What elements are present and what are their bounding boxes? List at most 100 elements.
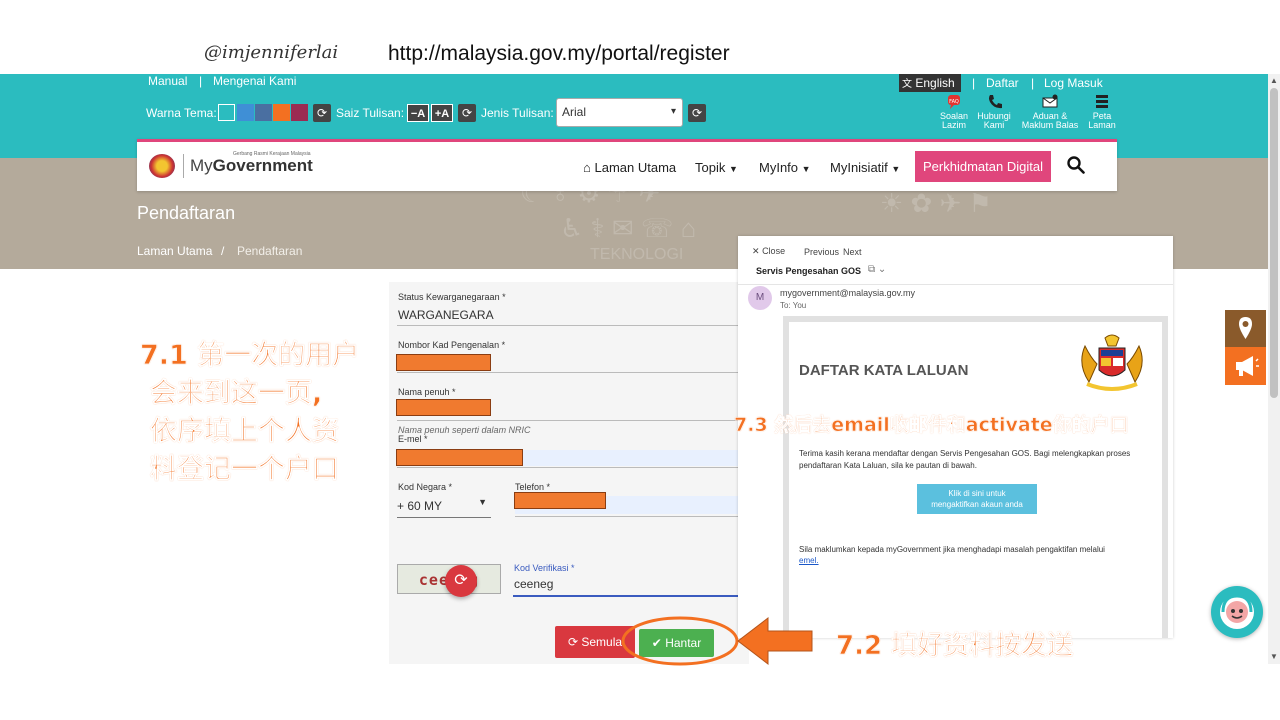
- email-label: E-mel *: [398, 434, 428, 444]
- email-close-button[interactable]: ✕ Close: [752, 246, 785, 257]
- phone-field-redacted: [514, 492, 606, 509]
- email-previous-button[interactable]: Previous: [804, 247, 839, 257]
- decorative-doodle-icon: ☀ ✿ ✈ ⚑: [880, 188, 992, 218]
- annotation-line: 会来到这一页,: [150, 378, 323, 410]
- nav-myinisiatif[interactable]: MyInisiatif ▼: [830, 160, 900, 175]
- annotation-step-7-3: 7.3 然后去email收邮件和activate你的户口: [734, 414, 1129, 437]
- chevron-down-icon: ▾: [670, 106, 676, 117]
- language-button[interactable]: 文 English: [899, 74, 961, 92]
- captcha-label: Kod Verifikasi *: [514, 563, 575, 573]
- activate-label-line2: mengaktifkan akaun anda: [931, 500, 1023, 509]
- captcha-input[interactable]: ceeneg: [514, 577, 553, 591]
- font-increase-button[interactable]: +A: [431, 104, 453, 122]
- country-code-label: Kod Negara *: [398, 482, 453, 492]
- login-link[interactable]: Log Masuk: [1044, 76, 1103, 90]
- scroll-down-icon[interactable]: ▼: [1270, 652, 1278, 661]
- mygovernment-logo[interactable]: MyGovernment: [190, 156, 313, 176]
- map-pin-icon: [1239, 317, 1252, 339]
- scroll-up-icon[interactable]: ▲: [1270, 76, 1278, 85]
- announcement-widget[interactable]: [1225, 347, 1266, 385]
- field-underline: [397, 325, 749, 326]
- email-card-title: DAFTAR KATA LALUAN: [799, 362, 969, 379]
- page-title: Pendaftaran: [137, 203, 236, 223]
- scrollbar[interactable]: ▲ ▼: [1268, 74, 1280, 664]
- caret-down-icon: ▼: [801, 164, 811, 174]
- manual-link[interactable]: Manual: [148, 74, 187, 88]
- banner-doodle-word: TEKNOLOGI: [590, 246, 684, 263]
- chatbot-widget[interactable]: [1211, 586, 1263, 638]
- decorative-doodle-icon: ♿ ⚕ ✉ ☏ ⌂: [560, 213, 697, 243]
- nav-home-label: Laman Utama: [594, 160, 677, 175]
- activate-account-button[interactable]: Klik di sini untuk mengaktifkan akaun an…: [917, 484, 1037, 514]
- register-link[interactable]: Daftar: [986, 76, 1019, 90]
- reset-font-size-icon[interactable]: ⟳: [458, 104, 476, 122]
- chatbot-icon: [1220, 594, 1254, 629]
- tag-icon[interactable]: ⧉ ⌄: [868, 264, 886, 275]
- megaphone-icon: [1236, 356, 1259, 376]
- phone-label: Telefon *: [515, 482, 551, 492]
- annotation-line: 7.1 第一次的用户: [140, 340, 360, 372]
- malaysia-crest-logo[interactable]: [149, 154, 175, 178]
- field-underline: [397, 467, 749, 468]
- caret-down-icon: ▼: [728, 164, 738, 174]
- nav-topics[interactable]: Topik ▼: [695, 160, 738, 175]
- reset-font-type-icon[interactable]: ⟳: [688, 104, 706, 122]
- country-code-select[interactable]: + 60 MY ▼: [397, 497, 491, 517]
- field-underline: [397, 372, 749, 373]
- malaysia-coat-of-arms-logo: [1071, 334, 1153, 396]
- sitemap-icon: [1092, 94, 1112, 110]
- email-support-link[interactable]: emel.: [799, 556, 819, 565]
- nav-home[interactable]: ⌂ Laman Utama: [583, 160, 676, 175]
- phone-icon: [984, 94, 1004, 110]
- nav-myinfo-label: MyInfo: [759, 160, 799, 175]
- font-type-select[interactable]: Arial ▾: [556, 98, 683, 127]
- faq-link[interactable]: FAQ Soalan Lazim: [932, 94, 976, 130]
- email-message-text: Terima kasih kerana mendaftar dengan Ser…: [799, 449, 1131, 470]
- nav-myinisiatif-label: MyInisiatif: [830, 160, 888, 175]
- theme-swatch-maroon[interactable]: [291, 104, 308, 121]
- theme-swatch-orange[interactable]: [273, 104, 290, 121]
- close-label: Close: [762, 246, 786, 256]
- theme-swatch-teal[interactable]: [218, 104, 235, 121]
- email-recipient: To: You: [780, 301, 807, 310]
- logo-divider: [183, 154, 184, 178]
- caret-down-icon: ▼: [891, 164, 901, 174]
- citizenship-field[interactable]: WARGANEGARA: [398, 308, 494, 322]
- ic-number-field-redacted[interactable]: [396, 354, 491, 371]
- field-underline: [515, 516, 749, 517]
- scrollbar-thumb[interactable]: [1270, 88, 1278, 398]
- digital-services-button[interactable]: Perkhidmatan Digital: [915, 151, 1051, 182]
- annotation-line: 料登记一个户口: [150, 454, 340, 486]
- about-link[interactable]: Mengenai Kami: [213, 74, 296, 88]
- email-body-card: DAFTAR KATA LALUAN Terima kasih kerana m…: [783, 316, 1168, 638]
- reload-captcha-icon[interactable]: ⟳: [445, 565, 477, 597]
- annotation-step-7-2: 7.2 填好资料按发送: [836, 631, 1074, 662]
- page-url-caption: http://malaysia.gov.my/portal/register: [388, 42, 730, 65]
- annotation-step-7-1: 7.1 第一次的用户 会来到这一页, 依序填上个人资 料登记一个户口: [140, 337, 390, 489]
- sitemap-link[interactable]: Peta Laman: [1080, 94, 1124, 130]
- email-field-redacted: [396, 449, 523, 466]
- logo-government: Government: [212, 156, 313, 175]
- breadcrumb-home[interactable]: Laman Utama: [137, 244, 212, 258]
- theme-swatch-blue[interactable]: [237, 104, 254, 121]
- feedback-link[interactable]: Aduan & Maklum Balas: [1020, 94, 1080, 130]
- field-underline: [397, 517, 491, 518]
- reset-theme-icon[interactable]: ⟳: [313, 104, 331, 122]
- search-icon[interactable]: [1067, 156, 1085, 174]
- field-underline: [397, 420, 749, 421]
- font-decrease-button[interactable]: −A: [407, 104, 429, 122]
- nav-topics-label: Topik: [695, 160, 726, 175]
- full-name-field-redacted[interactable]: [396, 399, 491, 416]
- breadcrumb-current: Pendaftaran: [237, 244, 303, 258]
- location-widget[interactable]: [1225, 310, 1266, 347]
- quick-link-label: Laman: [1088, 120, 1116, 130]
- contact-link[interactable]: Hubungi Kami: [972, 94, 1016, 130]
- theme-swatch-slate[interactable]: [255, 104, 272, 121]
- full-name-label: Nama penuh *: [398, 387, 456, 397]
- font-select-value: Arial: [562, 105, 587, 119]
- annotation-line: 依序填上个人资: [150, 416, 340, 448]
- email-next-button[interactable]: Next: [843, 247, 862, 257]
- nav-myinfo[interactable]: MyInfo ▼: [759, 160, 811, 175]
- translate-icon: 文: [902, 79, 912, 90]
- sender-avatar: M: [748, 286, 772, 310]
